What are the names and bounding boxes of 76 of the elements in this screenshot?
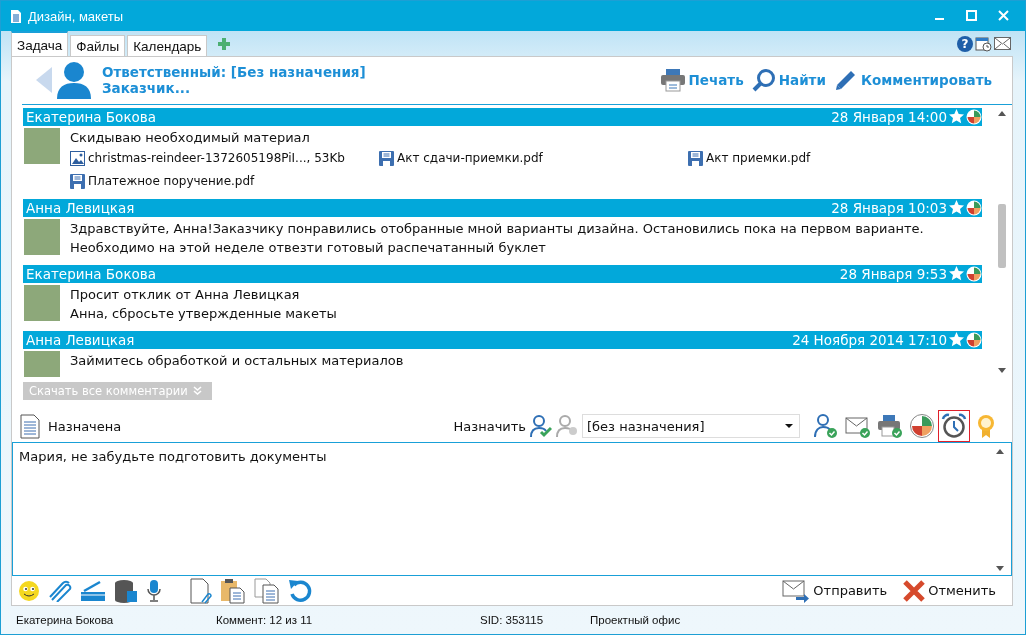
star-icon[interactable] <box>948 331 965 349</box>
search-icon <box>751 68 776 93</box>
send-button[interactable]: Отправить <box>778 578 892 603</box>
assignee-dropdown[interactable]: [без назначения] <box>582 414 800 438</box>
find-button[interactable]: Найти <box>749 68 828 93</box>
comment-date: 24 Ноября 2014 17:10 <box>792 331 947 348</box>
paperclip-icon[interactable] <box>48 579 72 602</box>
database-icon[interactable] <box>114 578 138 603</box>
undo-icon[interactable] <box>288 577 314 604</box>
comment-author: Анна Левицкая <box>26 331 135 348</box>
add-icon[interactable] <box>217 36 232 51</box>
alarm-icon[interactable] <box>938 410 970 442</box>
attachment-link[interactable]: Акт сдачи-приемки.pdf <box>379 148 688 168</box>
clipboard-icon[interactable] <box>220 577 246 604</box>
avatar-photo-placeholder <box>24 350 60 377</box>
user-icon <box>56 61 92 100</box>
help-button[interactable]: ? <box>957 35 973 52</box>
printer-icon <box>659 68 686 93</box>
attachment-link[interactable]: christmas-reindeer-1372605198PiI..., 53Kb <box>70 148 379 168</box>
status-text: SID: 353115 <box>480 614 545 626</box>
tab[interactable]: Календарь <box>127 35 208 56</box>
mail-icon[interactable] <box>994 37 1011 50</box>
microphone-icon[interactable] <box>146 578 162 603</box>
avatar-photo-placeholder <box>24 218 60 255</box>
status-label: Назначена <box>48 418 122 434</box>
pie-chart-icon[interactable] <box>966 199 982 216</box>
document-icon <box>10 8 22 24</box>
close-button[interactable] <box>997 9 1011 23</box>
comment-text: Займитесь обработкой и остальных материалов <box>70 351 404 370</box>
tab[interactable]: Файлы <box>70 35 126 56</box>
comment-author: Екатерина Бокова <box>26 108 157 125</box>
status-text: Коммент: 12 из 11 <box>216 614 314 626</box>
comment-author: Екатерина Бокова <box>26 265 157 282</box>
attachment-link[interactable]: Платежное поручение.pdf <box>70 171 379 191</box>
star-icon[interactable] <box>948 108 965 126</box>
comment-text: Здравствуйте, Анна!Заказчику понравились отобранные мной варианты дизайна. Остановились пока на первом варианте. <box>70 219 924 238</box>
window-title: Дизайн, макеты <box>28 8 124 24</box>
smiley-icon[interactable] <box>18 579 40 602</box>
comment-text: Анна, сбросьте утвержденные макеты <box>70 304 337 323</box>
cross-icon <box>903 579 926 602</box>
status-text: Проектный офис <box>590 614 681 626</box>
star-icon[interactable] <box>948 265 965 283</box>
star-icon[interactable] <box>948 199 965 217</box>
status-text: Екатерина Бокова <box>16 614 115 626</box>
scanner-icon[interactable] <box>80 579 106 602</box>
attachment-link[interactable]: Акт приемки.pdf <box>688 148 988 168</box>
pie-chart-icon[interactable] <box>966 265 982 282</box>
document-icon <box>20 413 40 439</box>
customer-link[interactable]: Заказчик... <box>102 80 366 97</box>
comment-text: Скидываю необходимый материал <box>70 128 311 147</box>
comment-text: Просит отклик от Анна Левицкая <box>70 285 301 304</box>
comment-button[interactable]: Комментировать <box>831 68 994 93</box>
user-check-icon[interactable] <box>530 414 552 438</box>
assign-label: Назначить <box>453 418 526 434</box>
avatar-photo-placeholder <box>24 284 60 321</box>
comment-date: 28 Января 10:03 <box>831 199 947 216</box>
print-button[interactable]: Печать <box>657 68 746 93</box>
comment-input-field[interactable]: Мария, не забудьте подготовить документы <box>12 442 1012 577</box>
pie-chart-icon[interactable] <box>966 331 982 348</box>
pie-chart-icon[interactable] <box>966 108 982 125</box>
maximize-button[interactable] <box>965 9 979 23</box>
tab[interactable]: Задача <box>11 31 69 56</box>
comment-date: 28 Января 14:00 <box>831 108 947 125</box>
calendar-clock-icon[interactable] <box>975 35 992 52</box>
responsible-link[interactable]: Ответственный: [Без назначения] <box>102 64 366 81</box>
image-file-icon <box>70 150 85 166</box>
send-mail-icon <box>782 578 811 603</box>
comment-date: 28 Января 9:53 <box>839 265 947 282</box>
comment-text: Необходимо на этой неделе отвезти готовый распечатанный буклет <box>70 238 547 257</box>
copy-icon[interactable] <box>254 577 280 604</box>
file-attach-icon[interactable] <box>190 577 212 604</box>
pencil-icon <box>833 68 858 93</box>
avatar-photo-placeholder <box>24 127 60 164</box>
chevron-down-icon <box>192 386 202 396</box>
cancel-button[interactable]: Отменить <box>899 579 1000 602</box>
comment-author: Анна Левицкая <box>26 199 135 216</box>
